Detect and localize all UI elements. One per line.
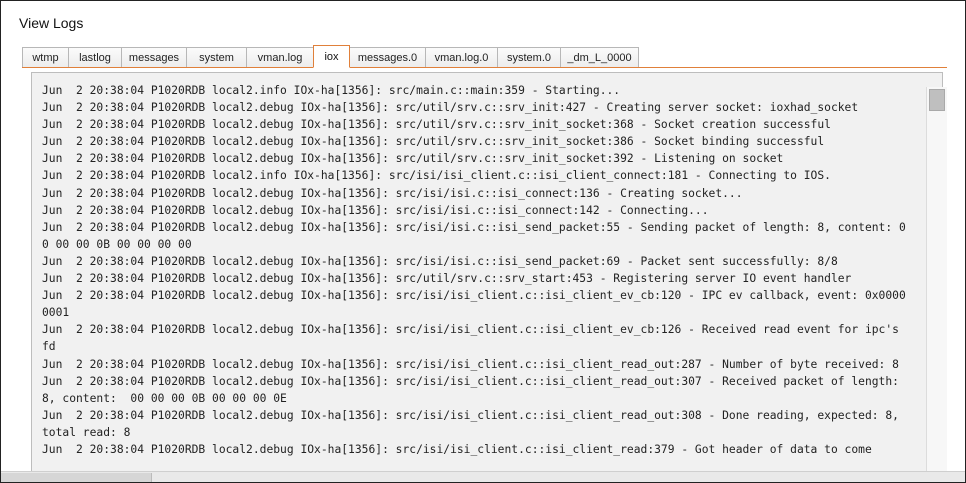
vertical-scrollbar-thumb[interactable] xyxy=(929,89,945,111)
tab-system[interactable]: system xyxy=(186,47,247,68)
tab-wtmp[interactable]: wtmp xyxy=(22,47,69,68)
tab-iox[interactable]: iox xyxy=(313,45,350,68)
tab-system-0[interactable]: system.0 xyxy=(497,47,561,68)
log-content: Jun 2 20:38:04 P1020RDB local2.info IOx-… xyxy=(42,84,906,456)
vertical-scrollbar[interactable] xyxy=(926,87,947,479)
log-tabs: wtmp lastlog messages system vman.log io… xyxy=(22,45,639,68)
log-panel: Jun 2 20:38:04 P1020RDB local2.info IOx-… xyxy=(31,72,943,482)
page-title: View Logs xyxy=(19,15,84,31)
tab-messages[interactable]: messages xyxy=(121,47,187,68)
tab-messages-0[interactable]: messages.0 xyxy=(349,47,426,68)
tab-dm-l-0000[interactable]: _dm_L_0000 xyxy=(560,47,639,68)
tab-underline xyxy=(22,67,947,68)
tab-lastlog[interactable]: lastlog xyxy=(68,47,122,68)
horizontal-scrollbar[interactable] xyxy=(1,471,965,482)
view-logs-window: View Logs wtmp lastlog messages system v… xyxy=(0,0,966,483)
tab-vman-log-0[interactable]: vman.log.0 xyxy=(425,47,498,68)
horizontal-scrollbar-thumb[interactable] xyxy=(1,473,152,482)
tab-vman-log[interactable]: vman.log xyxy=(246,47,314,68)
